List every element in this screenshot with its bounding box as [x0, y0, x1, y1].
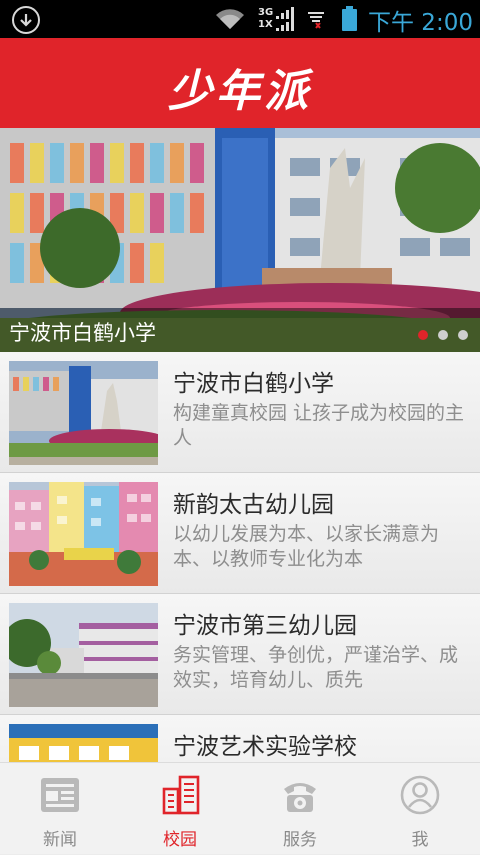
banner-carousel[interactable]: 宁波市白鹤小学: [0, 128, 480, 352]
sim-icon: [308, 12, 324, 29]
list-item[interactable]: 宁波市白鹤小学 构建童真校园 让孩子成为校园的主人: [0, 352, 480, 473]
list-item[interactable]: 宁波市第三幼儿园 务实管理、争创优，严谨治学、成效实，培育幼儿、质先: [0, 594, 480, 715]
campus-icon: [162, 775, 200, 815]
school-description: 构建童真校园 让孩子成为校园的主人: [173, 402, 465, 449]
tab-me[interactable]: 我: [360, 763, 480, 855]
bottom-nav: 新闻 校园 服务 我: [0, 762, 480, 854]
school-list: 宁波市白鹤小学 构建童真校园 让孩子成为校园的主人 新韵太古幼儿园 以幼儿发展为…: [0, 352, 480, 762]
tab-service[interactable]: 服务: [240, 763, 360, 855]
battery-icon: [342, 6, 357, 31]
tab-label: 我: [411, 830, 429, 850]
network-1x-label: 1X: [258, 19, 273, 30]
app-title: 少年派: [168, 66, 312, 117]
network-3g-label: 3G: [258, 7, 274, 18]
school-description: 务实管理、争创优，严谨治学、成效实，培育幼儿、质先: [173, 644, 459, 691]
download-icon: [12, 6, 40, 34]
signal-icon: 3G 1X: [258, 6, 300, 32]
school-name: 宁波艺术实验学校: [173, 734, 357, 760]
carousel-dot[interactable]: [458, 330, 468, 340]
wifi-icon: [216, 9, 244, 29]
status-bar: 3G 1X 下午 2:00: [0, 0, 480, 38]
tab-label: 校园: [163, 830, 197, 850]
tab-label: 新闻: [43, 830, 77, 850]
newspaper-icon: [41, 778, 79, 812]
carousel-dot[interactable]: [438, 330, 448, 340]
carousel-dot[interactable]: [418, 330, 428, 340]
school-name: 宁波市第三幼儿园: [173, 613, 357, 639]
school-name: 宁波市白鹤小学: [173, 371, 334, 397]
tab-label: 服务: [283, 830, 317, 850]
user-icon: [400, 775, 440, 815]
school-thumbnail: [9, 724, 158, 762]
banner-caption-bar: 宁波市白鹤小学: [0, 308, 480, 352]
school-thumbnail: [9, 482, 158, 586]
clock: 下午 2:00: [368, 10, 473, 36]
tab-news[interactable]: 新闻: [0, 763, 120, 855]
school-name: 新韵太古幼儿园: [173, 492, 334, 518]
tab-campus[interactable]: 校园: [120, 763, 240, 855]
list-item[interactable]: 新韵太古幼儿园 以幼儿发展为本、以家长满意为本、以教师专业化为本: [0, 473, 480, 594]
app-header: 少年派: [0, 38, 480, 128]
school-description: 以幼儿发展为本、以家长满意为本、以教师专业化为本: [173, 523, 440, 570]
banner-caption: 宁波市白鹤小学: [9, 321, 156, 345]
carousel-indicator: [408, 325, 468, 344]
list-item[interactable]: 宁波艺术实验学校: [0, 715, 480, 762]
phone-icon: [284, 783, 316, 812]
school-thumbnail: [9, 603, 158, 707]
school-thumbnail: [9, 361, 158, 465]
